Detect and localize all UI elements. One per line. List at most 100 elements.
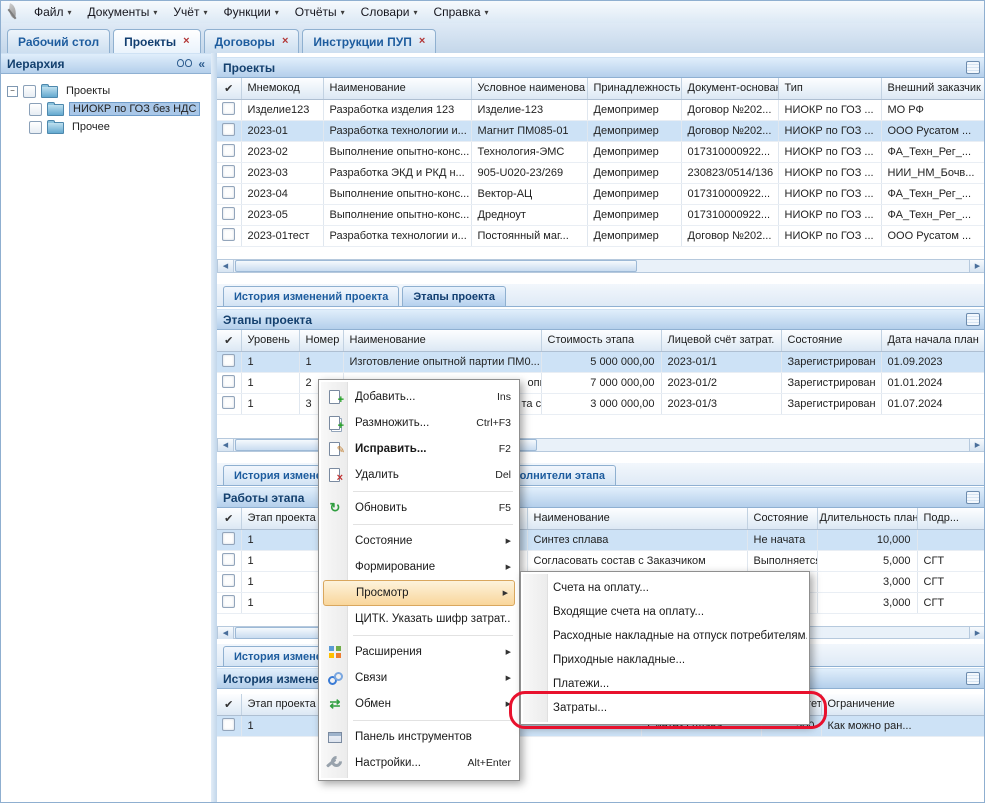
menu-item-settings[interactable]: Настройки...Alt+Enter (321, 750, 517, 776)
column-header[interactable]: Мнемокод (241, 78, 323, 99)
horizontal-scrollbar[interactable]: ◀ ▶ (217, 259, 985, 273)
row-checkbox[interactable] (222, 123, 235, 136)
column-header-sorted[interactable]: Длительность план▼ (817, 508, 917, 529)
select-all-header[interactable]: ✔ (217, 694, 241, 715)
column-header[interactable]: Наименование (343, 330, 541, 351)
tree-checkbox[interactable] (29, 121, 42, 134)
panel-menu-icon[interactable] (966, 491, 980, 504)
scroll-left-button[interactable]: ◀ (218, 260, 234, 272)
column-header[interactable]: Стоимость этапа (541, 330, 661, 351)
scroll-right-button[interactable]: ▶ (969, 439, 985, 451)
scroll-thumb[interactable] (235, 260, 637, 272)
row-checkbox[interactable] (222, 718, 235, 731)
row-checkbox[interactable] (222, 165, 235, 178)
column-header[interactable]: Внешний заказчик (881, 78, 985, 99)
tree-expand-icon[interactable]: − (7, 86, 18, 97)
submenu-item-costs[interactable]: Затраты... (523, 696, 807, 720)
column-header[interactable]: Номер (299, 330, 343, 351)
menubar-item-reports[interactable]: Отчёты▾ (287, 3, 353, 21)
column-header[interactable]: Подр... (917, 508, 985, 529)
submenu-item-payments[interactable]: Платежи... (523, 672, 807, 696)
menu-item-edit[interactable]: Исправить...F2 (321, 436, 517, 462)
menu-item-state[interactable]: Состояние▶ (321, 528, 517, 554)
column-header[interactable]: Уровень (241, 330, 299, 351)
scroll-right-button[interactable]: ▶ (969, 627, 985, 639)
table-row[interactable]: 2023-05Выполнение опытно-конс...Дредноут… (217, 204, 985, 225)
menu-item-refresh[interactable]: ↻ОбновитьF5 (321, 495, 517, 521)
menubar-item-help[interactable]: Справка▾ (425, 3, 496, 21)
scroll-left-button[interactable]: ◀ (218, 627, 234, 639)
column-header[interactable]: Дата начала план (881, 330, 985, 351)
menu-item-toolbar-panel[interactable]: Панель инструментов (321, 724, 517, 750)
column-header[interactable]: Наименование (323, 78, 471, 99)
row-checkbox[interactable] (222, 532, 235, 545)
column-header[interactable]: Состояние (747, 508, 817, 529)
row-checkbox[interactable] (222, 228, 235, 241)
column-header[interactable]: Наименование (527, 508, 747, 529)
menubar-item-dictionaries[interactable]: Словари▾ (353, 3, 426, 21)
menu-item-delete[interactable]: УдалитьDel (321, 462, 517, 488)
menu-item-links[interactable]: Связи▶ (321, 665, 517, 691)
menu-item-extensions[interactable]: Расширения▶ (321, 639, 517, 665)
collapse-panel-icon[interactable]: « (198, 57, 205, 71)
menu-item-formation[interactable]: Формирование▶ (321, 554, 517, 580)
row-checkbox[interactable] (222, 375, 235, 388)
select-all-header[interactable]: ✔ (217, 330, 241, 351)
panel-menu-icon[interactable] (966, 672, 980, 685)
select-all-header[interactable]: ✔ (217, 508, 241, 529)
tree-checkbox[interactable] (23, 85, 36, 98)
row-checkbox[interactable] (222, 595, 235, 608)
tab-project-stages[interactable]: Этапы проекта (402, 286, 506, 306)
menu-item-exchange[interactable]: ⇄Обмен▶ (321, 691, 517, 717)
table-row[interactable]: 2023-04Выполнение опытно-конс...Вектор-А… (217, 183, 985, 204)
tab-project-history[interactable]: История изменений проекта (223, 286, 399, 306)
menu-item-duplicate[interactable]: Размножить...Ctrl+F3 (321, 410, 517, 436)
close-icon[interactable]: × (183, 36, 189, 47)
column-header[interactable]: Лицевой счёт затрат. (661, 330, 781, 351)
column-header[interactable]: Тип (778, 78, 881, 99)
menu-item-citk-cost-code[interactable]: ЦИТК. Указать шифр затрат... (321, 606, 517, 632)
column-header[interactable]: Документ-основан (681, 78, 778, 99)
menu-item-view[interactable]: Просмотр▶ (323, 580, 515, 606)
tree-item-projects[interactable]: − Проекты (1, 82, 211, 100)
tab-desktop[interactable]: Рабочий стол (7, 29, 110, 53)
menubar-item-documents[interactable]: Документы▾ (80, 3, 166, 21)
submenu-item-expense-notes[interactable]: Расходные накладные на отпуск потребител… (523, 624, 807, 648)
scroll-left-button[interactable]: ◀ (218, 439, 234, 451)
column-header[interactable]: Принадлежность (587, 78, 681, 99)
row-checkbox[interactable] (222, 102, 235, 115)
row-checkbox[interactable] (222, 553, 235, 566)
row-checkbox[interactable] (222, 396, 235, 409)
row-checkbox[interactable] (222, 354, 235, 367)
column-header[interactable]: Условное наименова (471, 78, 587, 99)
panel-menu-icon[interactable] (966, 61, 980, 74)
table-row-selected[interactable]: 2023-01Разработка технологии и...Магнит … (217, 120, 985, 141)
tab-instructions[interactable]: Инструкции ПУП× (302, 29, 436, 53)
scroll-right-button[interactable]: ▶ (969, 260, 985, 272)
panel-menu-icon[interactable] (966, 313, 980, 326)
table-row[interactable]: 2023-03Разработка ЭКД и РКД н...905-U020… (217, 162, 985, 183)
menubar-item-functions[interactable]: Функции▾ (215, 3, 286, 21)
close-icon[interactable]: × (419, 36, 425, 47)
row-checkbox[interactable] (222, 186, 235, 199)
tree-checkbox[interactable] (29, 103, 42, 116)
column-header[interactable]: Состояние (781, 330, 881, 351)
tree-item-niokr[interactable]: НИОКР по ГОЗ без НДС (1, 100, 211, 118)
row-checkbox[interactable] (222, 574, 235, 587)
close-icon[interactable]: × (282, 36, 288, 47)
submenu-item-invoices[interactable]: Счета на оплату... (523, 576, 807, 600)
menu-item-add[interactable]: Добавить...Ins (321, 384, 517, 410)
table-row[interactable]: Изделие123Разработка изделия 123Изделие-… (217, 99, 985, 120)
search-icon[interactable] (177, 59, 192, 68)
table-row[interactable]: 2023-02Выполнение опытно-конс...Технолог… (217, 141, 985, 162)
menubar-item-file[interactable]: Файл▾ (26, 3, 80, 21)
table-row[interactable]: 2023-01тестРазработка технологии и...Пос… (217, 225, 985, 246)
column-header[interactable]: Ограничение (821, 694, 985, 715)
table-row-selected[interactable]: 11Изготовление опытной партии ПМ0...5 00… (217, 351, 985, 372)
select-all-header[interactable]: ✔ (217, 78, 241, 99)
tree-item-other[interactable]: Прочее (1, 118, 211, 136)
submenu-item-receipt-notes[interactable]: Приходные накладные... (523, 648, 807, 672)
row-checkbox[interactable] (222, 144, 235, 157)
menubar-item-accounting[interactable]: Учёт▾ (165, 3, 215, 21)
submenu-item-incoming-invoices[interactable]: Входящие счета на оплату... (523, 600, 807, 624)
